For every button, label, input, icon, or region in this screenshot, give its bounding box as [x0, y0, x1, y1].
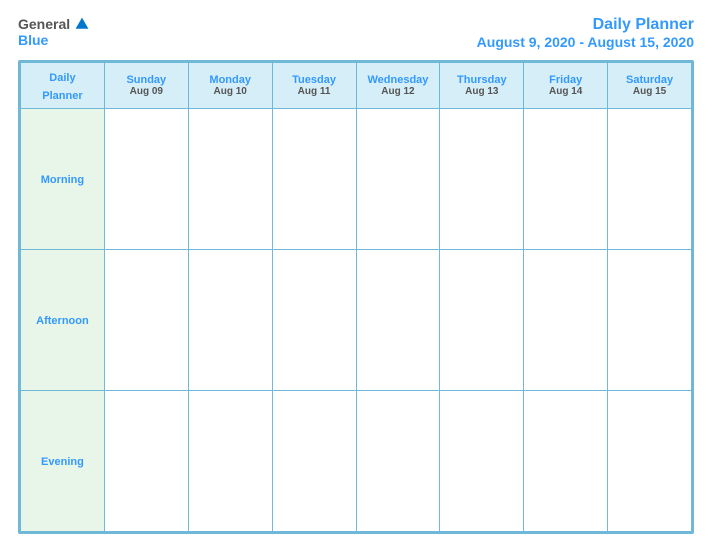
morning-wednesday-cell[interactable]: [356, 109, 440, 250]
afternoon-tuesday-cell[interactable]: [272, 250, 356, 391]
logo-icon: [74, 16, 90, 32]
evening-row: Evening: [21, 391, 692, 532]
afternoon-thursday-cell[interactable]: [440, 250, 524, 391]
evening-monday-cell[interactable]: [188, 391, 272, 532]
header-row: Daily Planner Sunday Aug 09 Monday Aug 1…: [21, 63, 692, 109]
afternoon-wednesday-cell[interactable]: [356, 250, 440, 391]
logo-area: General Blue: [18, 16, 90, 48]
morning-label: Morning: [41, 174, 84, 186]
morning-friday-cell[interactable]: [524, 109, 608, 250]
title-area: Daily Planner August 9, 2020 - August 15…: [477, 16, 694, 50]
morning-row: Morning: [21, 109, 692, 250]
col-saturday: Saturday Aug 15: [608, 63, 692, 109]
label-header-text: Daily Planner: [42, 72, 82, 102]
title-date: August 9, 2020 - August 15, 2020: [477, 34, 694, 50]
thursday-date: Aug 13: [442, 86, 521, 97]
friday-name: Friday: [526, 74, 605, 86]
friday-date: Aug 14: [526, 86, 605, 97]
afternoon-monday-cell[interactable]: [188, 250, 272, 391]
morning-label-cell: Morning: [21, 109, 105, 250]
wednesday-date: Aug 12: [359, 86, 438, 97]
afternoon-friday-cell[interactable]: [524, 250, 608, 391]
morning-sunday-cell[interactable]: [104, 109, 188, 250]
col-tuesday: Tuesday Aug 11: [272, 63, 356, 109]
saturday-date: Aug 15: [610, 86, 689, 97]
evening-tuesday-cell[interactable]: [272, 391, 356, 532]
evening-thursday-cell[interactable]: [440, 391, 524, 532]
page: General Blue Daily Planner August 9, 202…: [0, 0, 712, 550]
tuesday-date: Aug 11: [275, 86, 354, 97]
afternoon-saturday-cell[interactable]: [608, 250, 692, 391]
saturday-name: Saturday: [610, 74, 689, 86]
monday-date: Aug 10: [191, 86, 270, 97]
label-header: Daily Planner: [21, 63, 105, 109]
tuesday-name: Tuesday: [275, 74, 354, 86]
monday-name: Monday: [191, 74, 270, 86]
calendar-wrapper: Daily Planner Sunday Aug 09 Monday Aug 1…: [18, 60, 694, 534]
col-sunday: Sunday Aug 09: [104, 63, 188, 109]
morning-thursday-cell[interactable]: [440, 109, 524, 250]
morning-monday-cell[interactable]: [188, 109, 272, 250]
afternoon-sunday-cell[interactable]: [104, 250, 188, 391]
sunday-name: Sunday: [107, 74, 186, 86]
evening-friday-cell[interactable]: [524, 391, 608, 532]
col-thursday: Thursday Aug 13: [440, 63, 524, 109]
morning-tuesday-cell[interactable]: [272, 109, 356, 250]
logo-general-text: General: [18, 16, 70, 32]
evening-wednesday-cell[interactable]: [356, 391, 440, 532]
thursday-name: Thursday: [442, 74, 521, 86]
logo: General: [18, 16, 90, 32]
calendar-table: Daily Planner Sunday Aug 09 Monday Aug 1…: [20, 62, 692, 532]
col-monday: Monday Aug 10: [188, 63, 272, 109]
evening-label: Evening: [41, 456, 84, 468]
col-friday: Friday Aug 14: [524, 63, 608, 109]
title-main: Daily Planner: [477, 16, 694, 34]
evening-saturday-cell[interactable]: [608, 391, 692, 532]
sunday-date: Aug 09: [107, 86, 186, 97]
evening-label-cell: Evening: [21, 391, 105, 532]
afternoon-label: Afternoon: [36, 315, 89, 327]
logo-blue-text: Blue: [18, 32, 48, 48]
morning-saturday-cell[interactable]: [608, 109, 692, 250]
afternoon-row: Afternoon: [21, 250, 692, 391]
wednesday-name: Wednesday: [359, 74, 438, 86]
header: General Blue Daily Planner August 9, 202…: [18, 16, 694, 50]
afternoon-label-cell: Afternoon: [21, 250, 105, 391]
evening-sunday-cell[interactable]: [104, 391, 188, 532]
col-wednesday: Wednesday Aug 12: [356, 63, 440, 109]
